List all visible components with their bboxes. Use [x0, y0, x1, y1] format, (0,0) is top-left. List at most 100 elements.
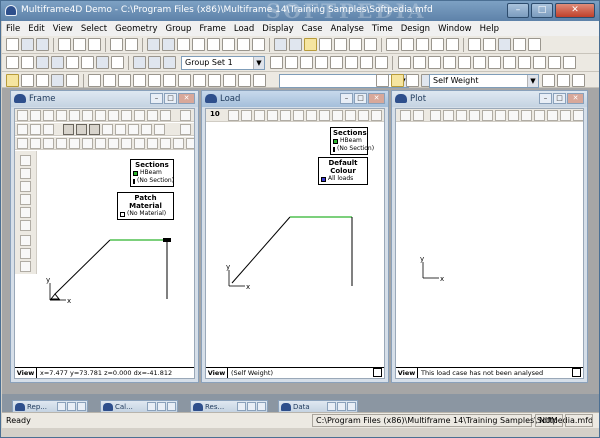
pan-icon[interactable] — [222, 38, 235, 51]
frame-window-titlebar[interactable]: Frame – □ ✕ — [11, 91, 198, 107]
minimize-button[interactable]: – — [507, 3, 529, 18]
menu-group[interactable]: Group — [162, 24, 196, 34]
print-icon[interactable] — [58, 38, 71, 51]
dist-load-icon[interactable] — [88, 74, 101, 87]
load-canvas[interactable]: 10 Sections HBeam (No Section) Default C… — [205, 108, 385, 379]
plot-canvas[interactable]: y x View This load case has not been ana… — [395, 108, 584, 379]
load-maximize-button[interactable]: □ — [354, 93, 367, 104]
moment-load-icon[interactable] — [118, 74, 131, 87]
maximize-button[interactable] — [67, 402, 76, 411]
load-member-left[interactable] — [231, 216, 291, 284]
wind-load-icon[interactable] — [238, 74, 251, 87]
rotate-icon[interactable] — [237, 38, 250, 51]
case-prev-icon[interactable] — [376, 74, 389, 87]
load-table-icon[interactable] — [253, 74, 266, 87]
point-load-icon[interactable] — [103, 74, 116, 87]
measure-icon[interactable] — [349, 38, 362, 51]
load-close-button[interactable]: ✕ — [368, 93, 385, 104]
chevron-down-icon[interactable]: ▼ — [253, 57, 264, 69]
group-show-icon[interactable] — [300, 56, 313, 69]
save-icon[interactable] — [36, 38, 49, 51]
dimension-icon[interactable] — [431, 38, 444, 51]
shade-icon[interactable] — [513, 38, 526, 51]
group-add-icon[interactable] — [270, 56, 283, 69]
menu-frame[interactable]: Frame — [195, 24, 229, 34]
maximize-button[interactable] — [157, 402, 166, 411]
menu-time[interactable]: Time — [368, 24, 397, 34]
group-lock-icon[interactable] — [330, 56, 343, 69]
menu-analyse[interactable]: Analyse — [326, 24, 367, 34]
case-next-icon[interactable] — [406, 74, 419, 87]
plot-torsion-icon[interactable] — [503, 56, 516, 69]
plot-reaction-icon[interactable] — [473, 56, 486, 69]
view-3d-icon[interactable] — [252, 38, 265, 51]
group-hide-icon[interactable] — [315, 56, 328, 69]
app-icon[interactable] — [5, 5, 17, 16]
zoom-in-icon[interactable] — [177, 38, 190, 51]
load-select-icon[interactable] — [51, 74, 64, 87]
copy-icon[interactable] — [88, 38, 101, 51]
chevron-down-icon[interactable]: ▼ — [527, 75, 538, 87]
frame-canvas[interactable]: Sections HBeam (No Section) Patch Materi… — [14, 108, 195, 379]
restore-button[interactable] — [327, 402, 336, 411]
load-case-select[interactable]: Self Weight ▼ — [429, 74, 539, 88]
plot-moment-icon[interactable] — [398, 56, 411, 69]
case-active-icon[interactable] — [391, 74, 404, 87]
menu-select[interactable]: Select — [77, 24, 111, 34]
member-label-icon[interactable] — [386, 38, 399, 51]
view-tab[interactable]: View — [396, 368, 418, 378]
spring-tool-icon[interactable] — [81, 56, 94, 69]
node-icon[interactable] — [364, 38, 377, 51]
plot-window-titlebar[interactable]: Plot – □ ✕ — [392, 91, 587, 107]
section-tool-icon[interactable] — [111, 56, 124, 69]
frame-maximize-button[interactable]: □ — [164, 93, 177, 104]
node-label-icon[interactable] — [401, 38, 414, 51]
render-icon[interactable] — [528, 38, 541, 51]
panel-load-icon[interactable] — [223, 74, 236, 87]
bolt-icon[interactable] — [133, 56, 146, 69]
view-tab[interactable]: View — [206, 368, 228, 378]
gravity-load-icon[interactable] — [178, 74, 191, 87]
release-tool-icon[interactable] — [66, 56, 79, 69]
load-model-drawing[interactable]: y x — [206, 109, 385, 379]
plate-select-icon[interactable] — [36, 74, 49, 87]
plate-tool-icon[interactable] — [51, 56, 64, 69]
member-tool-icon[interactable] — [36, 56, 49, 69]
view-resize-box[interactable] — [572, 368, 581, 377]
view-tab[interactable]: View — [15, 368, 37, 378]
plot-maximize-button[interactable]: □ — [553, 93, 566, 104]
plot-axial-icon[interactable] — [428, 56, 441, 69]
select-icon[interactable] — [162, 38, 175, 51]
menu-view[interactable]: View — [49, 24, 77, 34]
thermal-load-icon[interactable] — [148, 74, 161, 87]
plot-displaced-icon[interactable] — [548, 56, 561, 69]
group-remove-icon[interactable] — [285, 56, 298, 69]
cut-icon[interactable] — [73, 38, 86, 51]
undo-icon[interactable] — [110, 38, 123, 51]
new-file-icon[interactable] — [6, 38, 19, 51]
redo-icon[interactable] — [125, 38, 138, 51]
plot-minimize-button[interactable]: – — [539, 93, 552, 104]
group-info-icon[interactable] — [375, 56, 388, 69]
filter-select[interactable]: ▼ — [279, 74, 409, 88]
abc-label-icon[interactable] — [416, 38, 429, 51]
load-label-icon[interactable] — [483, 38, 496, 51]
plot-close-button[interactable]: ✕ — [567, 93, 584, 104]
group-unlock-icon[interactable] — [345, 56, 358, 69]
frame-tool-icon[interactable] — [6, 56, 19, 69]
menu-display[interactable]: Display — [258, 24, 297, 34]
member-select-icon[interactable] — [21, 74, 34, 87]
plot-deflection-icon[interactable] — [443, 56, 456, 69]
self-weight-icon[interactable] — [208, 74, 221, 87]
menu-help[interactable]: Help — [476, 24, 503, 34]
side-view-icon[interactable] — [289, 38, 302, 51]
plot-stress-icon[interactable] — [458, 56, 471, 69]
pressure-load-icon[interactable] — [163, 74, 176, 87]
zoom-out-icon[interactable] — [192, 38, 205, 51]
menu-edit[interactable]: Edit — [24, 24, 48, 34]
plot-bending-icon[interactable] — [518, 56, 531, 69]
plot-mode-icon[interactable] — [488, 56, 501, 69]
restore-button[interactable] — [147, 402, 156, 411]
section-label-icon[interactable] — [468, 38, 481, 51]
support-select-icon[interactable] — [66, 74, 79, 87]
